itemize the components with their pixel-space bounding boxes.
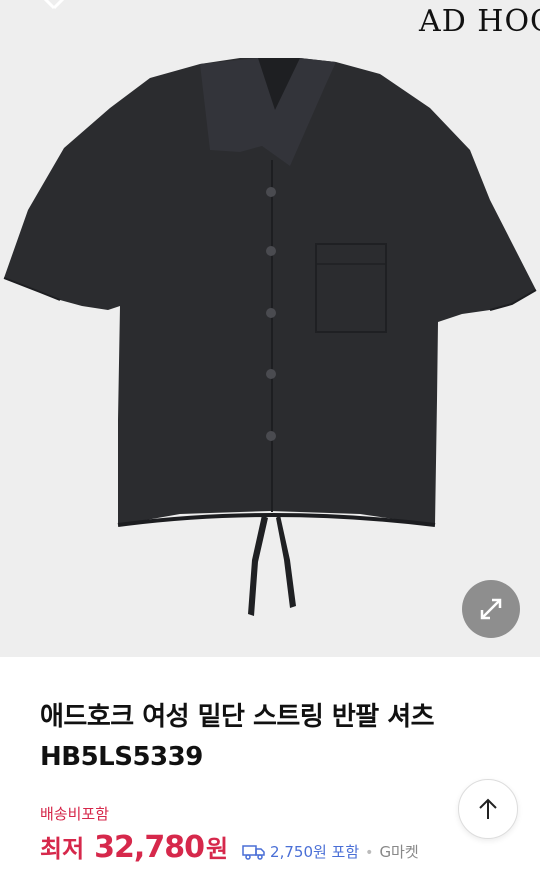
expand-image-button[interactable] bbox=[462, 580, 520, 638]
close-button[interactable] bbox=[34, 0, 74, 18]
close-icon bbox=[43, 0, 65, 10]
scroll-to-top-button[interactable] bbox=[458, 779, 518, 839]
price-value: 32,780 bbox=[94, 830, 205, 865]
arrow-up-icon bbox=[479, 798, 497, 819]
expand-icon bbox=[480, 598, 502, 620]
separator-dot: • bbox=[365, 845, 374, 861]
price-row: 최저 32,780 원 2,750원 포함 • G마켓 bbox=[40, 829, 419, 869]
product-image bbox=[3, 58, 537, 616]
truck-icon bbox=[242, 845, 265, 860]
product-image-area[interactable]: AD HOC bbox=[0, 0, 540, 657]
product-title[interactable]: 애드호크 여성 밑단 스트링 반팔 셔츠 HB5LS5339 bbox=[40, 697, 510, 777]
price-unit: 원 bbox=[205, 835, 229, 863]
brand-logo: AD HOC bbox=[419, 4, 540, 39]
product-info: 애드호크 여성 밑단 스트링 반팔 셔츠 HB5LS5339 배송비포함 최저 … bbox=[0, 657, 540, 886]
seller-name[interactable]: G마켓 bbox=[379, 841, 418, 862]
shipping-fee: 2,750원 포함 bbox=[270, 843, 360, 861]
price-label: 최저 bbox=[40, 835, 85, 863]
shipping-included-label: 배송비포함 bbox=[40, 805, 110, 823]
